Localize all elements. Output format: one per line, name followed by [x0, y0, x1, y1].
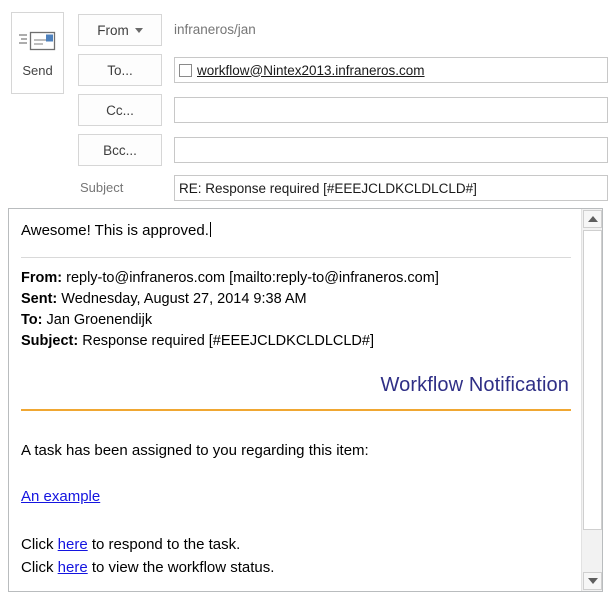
text-cursor [209, 222, 211, 237]
from-button[interactable]: From [78, 14, 162, 46]
subject-value: RE: Response required [#EEEJCLDKCLDLCLD#… [179, 180, 477, 196]
workflow-respond-prefix: Click [21, 536, 58, 553]
to-button[interactable]: To... [78, 54, 162, 86]
workflow-intro-text: A task has been assigned to you regardin… [21, 442, 369, 459]
reply-text: Awesome! This is approved. [21, 222, 209, 239]
to-recipient-name: workflow@Nintex2013.infraneros.com [197, 62, 425, 78]
cc-button[interactable]: Cc... [78, 94, 162, 126]
workflow-status-prefix: Click [21, 559, 58, 576]
quoted-from-row: From: reply-to@infraneros.com [mailto:re… [21, 268, 571, 289]
workflow-respond-row: Click here to respond to the task. [21, 533, 571, 556]
quoted-sent-row: Sent: Wednesday, August 27, 2014 9:38 AM [21, 289, 571, 310]
bcc-button-label: Bcc... [103, 142, 137, 158]
scrollbar-up-button[interactable] [583, 210, 602, 228]
bcc-button[interactable]: Bcc... [78, 134, 162, 166]
message-body-panel[interactable]: Awesome! This is approved. From: reply-t… [8, 208, 603, 592]
subject-label: Subject [80, 180, 124, 195]
workflow-status-link[interactable]: here [58, 559, 88, 576]
quoted-from-value: reply-to@infraneros.com [mailto:reply-to… [66, 270, 439, 286]
quoted-to-row: To: Jan Groenendijk [21, 310, 571, 331]
scrollbar-down-button[interactable] [583, 572, 602, 590]
quoted-to-label: To: [21, 312, 43, 328]
to-button-label: To... [107, 62, 133, 78]
compose-header: Send From To... Cc... Bcc... infraneros/… [0, 0, 611, 201]
scrollbar-thumb[interactable] [583, 230, 602, 530]
workflow-item-link-row: An example [21, 487, 571, 507]
reply-text-line: Awesome! This is approved. [21, 221, 571, 241]
cc-input[interactable] [174, 97, 608, 123]
from-account-value: infraneros/jan [174, 22, 256, 37]
cc-button-label: Cc... [106, 102, 134, 118]
send-button[interactable]: Send [11, 12, 64, 94]
envelope-send-icon [18, 28, 57, 58]
workflow-click-block: Click here to respond to the task. Click… [21, 533, 571, 579]
workflow-respond-suffix: to respond to the task. [87, 536, 241, 553]
workflow-status-row: Click here to view the workflow status. [21, 556, 571, 579]
recipient-chip[interactable]: workflow@Nintex2013.infraneros.com [179, 63, 425, 78]
chevron-down-icon [134, 27, 143, 33]
caret-up-icon [587, 216, 598, 222]
workflow-notification-title: Workflow Notification [380, 374, 569, 396]
bcc-input[interactable] [174, 137, 608, 163]
subject-input[interactable]: RE: Response required [#EEEJCLDKCLDLCLD#… [174, 175, 608, 201]
workflow-respond-link[interactable]: here [58, 536, 88, 553]
to-input[interactable]: workflow@Nintex2013.infraneros.com [174, 57, 608, 83]
workflow-accent-rule [21, 409, 571, 411]
quoted-sent-label: Sent: [21, 291, 58, 307]
quote-divider [21, 257, 571, 258]
from-button-label: From [97, 22, 129, 38]
presence-status-icon [179, 63, 192, 77]
workflow-item-link[interactable]: An example [21, 488, 100, 505]
workflow-status-suffix: to view the workflow status. [87, 559, 275, 576]
caret-down-icon [587, 578, 598, 584]
quoted-sent-value: Wednesday, August 27, 2014 9:38 AM [61, 291, 307, 307]
quoted-to-value: Jan Groenendijk [46, 312, 153, 328]
body-scrollbar[interactable] [581, 209, 602, 591]
quoted-subject-value: Response required [#EEEJCLDKCLDLCLD#] [82, 333, 374, 349]
message-body-content[interactable]: Awesome! This is approved. From: reply-t… [9, 209, 581, 591]
send-button-label: Send [22, 63, 53, 78]
quoted-subject-row: Subject: Response required [#EEEJCLDKCLD… [21, 331, 571, 352]
quoted-subject-label: Subject: [21, 333, 79, 349]
quoted-from-label: From: [21, 270, 63, 286]
